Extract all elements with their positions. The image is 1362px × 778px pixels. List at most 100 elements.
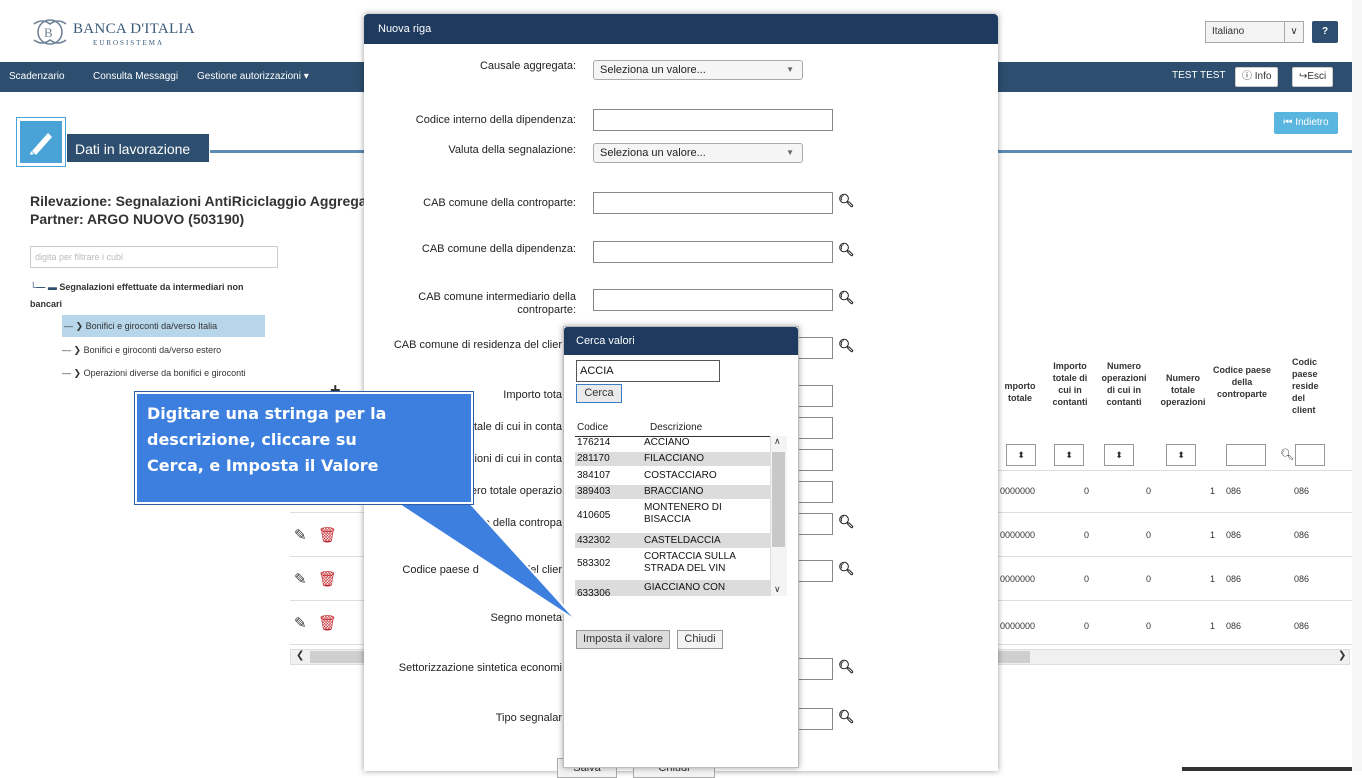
tipo-label: Tipo segnalar (495, 712, 562, 724)
filter-spinner[interactable]: ⬍ (1006, 444, 1036, 466)
search-icon[interactable]: 🔍︎ (838, 709, 855, 725)
info-button[interactable]: ⓘ Info (1235, 67, 1279, 87)
nav-gestione-autorizzazioni[interactable]: Gestione autorizzazioni ▾ (197, 71, 309, 82)
edit-icon[interactable]: ✎ (294, 614, 307, 632)
num-totale-input[interactable] (798, 481, 833, 503)
chevron-right-icon: — ❯ (64, 321, 84, 331)
nav-scadenzario[interactable]: Scadenzario (9, 71, 65, 82)
bank-logo-icon: B (33, 19, 67, 45)
list-item[interactable]: 384107 COSTACCIARO (575, 470, 770, 483)
search-icon[interactable]: 🔍︎ (838, 338, 855, 354)
search-icon[interactable]: 🔍︎ (838, 659, 855, 675)
filter-spinner[interactable]: ⬍ (1054, 444, 1084, 466)
num-contanti-input[interactable] (798, 449, 833, 471)
cab-intermediario-label: CAB comune intermediario della contropar… (418, 291, 576, 316)
callout-line: Digitare una stringa per la (147, 404, 387, 423)
cab-dipendenza-input[interactable] (593, 241, 833, 263)
back-button[interactable]: ⏮ Indietro (1274, 112, 1338, 134)
edit-icon[interactable]: ✎ (294, 570, 307, 588)
cell: 1 (1210, 530, 1216, 540)
modal-title: Nuova riga (364, 14, 998, 44)
search-button[interactable]: Cerca (576, 384, 622, 403)
item-desc: CASTELDACCIA (644, 535, 721, 546)
list-scroll-thumb[interactable] (772, 452, 785, 547)
search-input[interactable]: ACCIA (576, 360, 720, 382)
list-item[interactable]: 176214 ACCIANO (575, 437, 770, 450)
tree-item-diverse[interactable]: — ❯ Operazioni diverse da bonifici e gir… (62, 368, 246, 379)
search-icon[interactable]: 🔍︎ (838, 514, 855, 530)
filter-spinner[interactable]: ⬍ (1104, 444, 1134, 466)
settorizzazione-input[interactable] (798, 658, 833, 680)
cell: 1 (1210, 621, 1216, 631)
list-item[interactable]: 583302 CORTACCIA SULLA STRADA DEL VIN (575, 549, 770, 579)
search-icon[interactable]: 🔍︎ (838, 561, 855, 577)
cell: 0000000 (1000, 574, 1036, 584)
codice-interno-input[interactable] (593, 109, 833, 131)
callout-line: descrizione, cliccare su (147, 430, 357, 449)
cab-controparte-input[interactable] (593, 192, 833, 214)
importo-totale-input[interactable] (798, 385, 833, 407)
valuta-select[interactable]: Seleziona un valore... ▼ (593, 143, 803, 163)
trash-icon[interactable]: 🗑︎ (318, 614, 337, 632)
col-header-paese-controparte: Codice paese della controparte (1212, 365, 1272, 399)
trash-icon[interactable]: 🗑︎ (318, 526, 337, 544)
cell: 086 (1226, 621, 1242, 631)
exit-button[interactable]: ↪Esci (1292, 67, 1334, 87)
trash-icon[interactable]: 🗑︎ (318, 570, 337, 588)
importo-contanti-input[interactable] (798, 417, 833, 439)
filter-input[interactable] (1226, 444, 1266, 466)
popup-close-button[interactable]: Chiudi (677, 630, 723, 649)
help-button[interactable]: ? (1312, 21, 1338, 43)
callout-pointer (376, 491, 579, 623)
scroll-left-icon[interactable]: ❮ (296, 650, 304, 661)
tree-item-italia[interactable]: — ❯ Bonifici e giroconti da/verso Italia (62, 315, 265, 337)
list-item[interactable]: 432302 CASTELDACCIA (575, 533, 770, 548)
nav-consulta-messaggi[interactable]: Consulta Messaggi (93, 71, 178, 82)
bottom-bar (1182, 767, 1352, 771)
cell: 1 (1210, 574, 1216, 584)
item-desc: MONTENERO DI BISACCIA (644, 502, 722, 525)
paese-controparte-input[interactable] (798, 513, 833, 535)
chevron-down-icon: ▼ (786, 148, 794, 157)
cell: 0 (1146, 486, 1152, 496)
item-desc: GIACCIANO CON (644, 582, 726, 593)
tree-root-label: Segnalazioni effettuate da intermediari … (30, 282, 244, 309)
item-code: 176214 (577, 437, 611, 448)
filter-spinner[interactable]: ⬍ (1166, 444, 1196, 466)
col-header-paese-residenza: Codic paese reside del client (1292, 357, 1319, 415)
cell: 0 (1084, 574, 1090, 584)
cab-residenza-input[interactable] (798, 337, 833, 359)
col-header-num-totale: Numero totale operazioni (1160, 373, 1206, 407)
tipo-input[interactable] (798, 708, 833, 730)
set-value-button[interactable]: Imposta il valore (576, 630, 670, 649)
scroll-up-icon[interactable]: ∧ (774, 436, 781, 447)
item-desc: ACCIANO (644, 437, 690, 448)
page-vertical-scrollbar[interactable] (1352, 0, 1362, 771)
cube-filter-input[interactable]: digita per filtrare i cubi (30, 246, 278, 268)
chevron-down-icon[interactable]: ∨ (1284, 21, 1304, 43)
paese-residenza-input[interactable] (798, 560, 833, 582)
cab-intermediario-input[interactable] (593, 289, 833, 311)
edit-icon[interactable]: ✎ (294, 526, 307, 544)
list-item[interactable]: 389403 BRACCIANO (575, 485, 770, 499)
scroll-down-icon[interactable]: ∨ (774, 584, 781, 595)
cell: 0000000 (1000, 530, 1036, 540)
filter-input[interactable] (1295, 444, 1325, 466)
folder-icon: └— ▬ (30, 282, 57, 292)
codice-interno-label: Codice interno della dipendenza: (415, 114, 576, 126)
scroll-right-icon[interactable]: ❯ (1338, 650, 1346, 661)
search-icon[interactable]: 🔍︎ (838, 193, 855, 209)
tree-root[interactable]: └— ▬ Segnalazioni effettuate da intermed… (30, 279, 260, 313)
search-icon[interactable]: 🔍︎ (1280, 448, 1294, 461)
search-icon[interactable]: 🔍︎ (838, 290, 855, 306)
list-item[interactable]: 633306 GIACCIANO CON (575, 580, 770, 596)
language-select[interactable]: Italiano (1205, 21, 1285, 43)
list-item[interactable]: 281170 FILACCIANO (575, 452, 770, 466)
search-icon[interactable]: 🔍︎ (838, 242, 855, 258)
causale-select[interactable]: Seleziona un valore... ▼ (593, 60, 803, 80)
tree-item-estero[interactable]: — ❯ Bonifici e giroconti da/verso estero (62, 345, 221, 356)
partner-title: Partner: ARGO NUOVO (503190) (30, 211, 245, 227)
callout-line: Cerca, e Imposta il Valore (147, 456, 379, 475)
item-code: 384107 (577, 470, 611, 481)
list-item[interactable]: 410605 MONTENERO DI BISACCIA (575, 500, 770, 532)
